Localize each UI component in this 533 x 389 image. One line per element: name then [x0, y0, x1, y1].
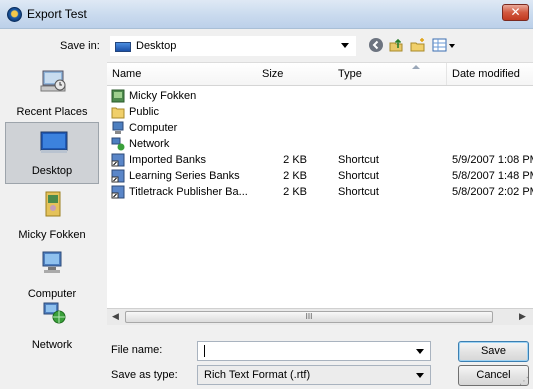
window-title: Export Test — [27, 7, 87, 21]
network-icon — [43, 302, 66, 324]
column-header-name[interactable]: Name — [107, 63, 259, 85]
file-row[interactable]: Computer — [107, 120, 533, 136]
file-row[interactable]: Micky Fokken — [107, 88, 533, 104]
text-caret — [204, 345, 205, 357]
scroll-left-icon[interactable]: ◀ — [112, 311, 119, 322]
file-row[interactable]: Learning Series Banks 2 KB Shortcut 5/8/… — [107, 168, 533, 184]
column-header-type[interactable]: Type — [333, 63, 447, 85]
save-button[interactable]: Save — [458, 341, 529, 362]
save-as-type-value: Rich Text Format (.rtf) — [204, 369, 311, 381]
recent-places-icon — [40, 70, 66, 92]
place-network[interactable]: Network — [5, 295, 99, 357]
desktop-icon — [40, 131, 68, 153]
column-header-date-modified[interactable]: Date modified — [447, 63, 533, 85]
sort-ascending-icon — [412, 65, 420, 69]
title-bar: Export Test ✕ — [0, 0, 533, 29]
file-list[interactable]: Name Size Type Date modified Micky Fokke… — [107, 62, 533, 324]
computer-icon — [42, 251, 62, 273]
chevron-down-icon[interactable] — [416, 349, 424, 354]
folder-icon — [111, 107, 125, 119]
network-icon — [111, 137, 125, 151]
place-desktop[interactable]: Desktop — [5, 122, 99, 184]
place-recent-places[interactable]: Recent Places — [5, 62, 99, 124]
place-label: Network — [31, 339, 73, 351]
shortcut-icon — [111, 153, 125, 167]
place-micky-fokken[interactable]: Micky Fokken — [5, 185, 99, 247]
scrollbar-thumb[interactable]: III — [125, 311, 493, 323]
header-divider — [107, 85, 533, 86]
user-folder-icon — [111, 89, 125, 103]
file-row[interactable]: Titletrack Publisher Ba... 2 KB Shortcut… — [107, 184, 533, 200]
file-name-label: File name: — [111, 344, 163, 356]
file-name-input[interactable] — [197, 341, 431, 361]
desktop-icon — [115, 42, 131, 52]
file-row[interactable]: Imported Banks 2 KB Shortcut 5/9/2007 1:… — [107, 152, 533, 168]
new-folder-icon[interactable] — [410, 37, 426, 53]
computer-icon — [112, 121, 124, 134]
save-as-type-label: Save as type: — [111, 369, 178, 381]
place-label: Micky Fokken — [18, 229, 86, 241]
places-bar: Recent Places Desktop Micky Fokken Compu… — [0, 62, 103, 352]
chevron-down-icon — [341, 43, 349, 48]
view-menu-icon[interactable] — [432, 37, 456, 53]
up-folder-icon[interactable] — [388, 37, 404, 53]
user-folder-icon — [45, 191, 61, 217]
save-in-value: Desktop — [136, 40, 177, 52]
column-header-size[interactable]: Size — [257, 63, 334, 85]
app-icon — [7, 7, 22, 22]
back-icon[interactable] — [368, 37, 384, 53]
export-dialog: Export Test ✕ Save in: Desktop Recent Pl… — [0, 0, 533, 389]
place-label: Desktop — [31, 165, 73, 177]
scroll-right-icon[interactable]: ▶ — [519, 311, 526, 322]
save-as-type-dropdown[interactable]: Rich Text Format (.rtf) — [197, 365, 431, 385]
shortcut-icon — [111, 169, 125, 183]
file-row[interactable]: Public — [107, 104, 533, 120]
save-in-dropdown[interactable]: Desktop — [110, 36, 356, 56]
place-label: Recent Places — [16, 106, 88, 118]
chevron-down-icon — [416, 373, 424, 378]
save-in-label: Save in: — [60, 40, 100, 52]
resize-grip-icon[interactable]: ⋰ — [519, 376, 529, 387]
close-button[interactable]: ✕ — [502, 4, 529, 21]
file-row[interactable]: Network — [107, 136, 533, 152]
horizontal-scrollbar[interactable]: ◀ III ▶ — [107, 308, 533, 325]
shortcut-icon — [111, 185, 125, 199]
